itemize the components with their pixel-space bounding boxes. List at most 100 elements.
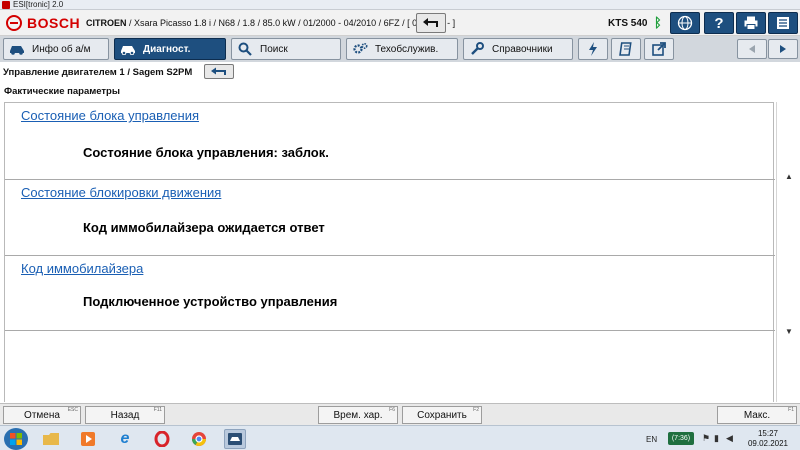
max-key-hint: F1: [788, 407, 794, 413]
esitronic-app-icon: [228, 433, 242, 445]
breadcrumb-back-button[interactable]: [204, 64, 234, 79]
printer-icon: [744, 16, 758, 30]
parameter-link[interactable]: Код иммобилайзера: [21, 261, 143, 276]
taskbar-explorer[interactable]: [40, 429, 62, 449]
windows-taskbar: e EN (7:36) ⚑ ▮ ◀ 15:27 09.02.2021: [0, 425, 800, 450]
scroll-up-icon[interactable]: ▲: [785, 172, 793, 181]
tab-reference[interactable]: Справочники: [463, 38, 573, 60]
print-button[interactable]: [736, 12, 766, 34]
max-button-label: Макс.: [743, 409, 771, 421]
taskbar-internet-explorer[interactable]: e: [114, 429, 136, 449]
clock-date: 09.02.2021: [747, 439, 789, 448]
window-title: ESI[tronic] 2.0: [13, 0, 64, 9]
wrench-icon: [468, 41, 486, 57]
car-diagnostics-icon: [119, 41, 137, 57]
parameter-link[interactable]: Состояние блокировки движения: [21, 185, 221, 200]
taskbar-chrome[interactable]: [188, 429, 210, 449]
list-item: Состояние блока управления Состояние бло…: [5, 103, 775, 180]
chrome-icon: [192, 432, 206, 446]
breadcrumb: Управление двигателем 1 / Sagem S2PM: [0, 62, 800, 80]
parameter-value: Состояние блока управления: заблок.: [83, 145, 329, 160]
tab-maintenance[interactable]: Техобслужив.: [346, 38, 458, 60]
device-name: KTS 540: [608, 18, 648, 29]
language-indicator[interactable]: EN: [646, 435, 657, 444]
parameter-link[interactable]: Состояние блока управления: [21, 108, 199, 123]
menu-button[interactable]: [768, 12, 798, 34]
nav-prev-button[interactable]: [737, 39, 767, 59]
tab-diagnostics[interactable]: Диагност.: [114, 38, 226, 60]
taskbar-opera[interactable]: [151, 429, 173, 449]
cancel-button-label: Отмена: [24, 409, 60, 421]
breadcrumb-text: Управление двигателем 1 / Sagem S2PM: [3, 67, 193, 78]
brand-name: BOSCH: [27, 15, 81, 31]
max-button[interactable]: Макс. F1: [717, 406, 797, 424]
app-icon: [2, 1, 10, 9]
lightning-icon: [589, 42, 597, 56]
app-header: BOSCH CITROEN / Xsara Picasso 1.8 i / N6…: [0, 10, 800, 36]
globe-settings-button[interactable]: [670, 12, 700, 34]
tab-reference-label: Справочники: [492, 43, 553, 55]
book-icon: [619, 42, 632, 56]
vehicle-details: / Xsara Picasso 1.8 i / N68 / 1.8 / 85.0…: [126, 18, 456, 28]
time-chart-key-hint: F6: [389, 407, 395, 413]
opera-icon: [154, 431, 170, 447]
help-button[interactable]: ?: [704, 12, 734, 34]
vehicle-info: CITROEN / Xsara Picasso 1.8 i / N68 / 1.…: [86, 18, 455, 28]
save-button-label: Сохранить: [417, 409, 467, 421]
time-chart-button[interactable]: Врем. хар. F6: [318, 406, 398, 424]
bosch-logo-icon: [6, 15, 22, 31]
volume-icon[interactable]: ◀: [726, 433, 735, 443]
tab-diagnostics-label: Диагност.: [143, 43, 191, 55]
arrow-right-icon: [780, 45, 786, 53]
save-button[interactable]: Сохранить F2: [402, 406, 482, 424]
arrow-left-icon: [749, 45, 755, 53]
tab-search[interactable]: Поиск: [231, 38, 341, 60]
list-item: Код иммобилайзера Подключенное устройств…: [5, 256, 775, 331]
action-bar: Отмена ESC Назад F11 Врем. хар. F6 Сохра…: [0, 403, 800, 425]
vehicle-make: CITROEN: [86, 18, 127, 28]
media-player-icon: [81, 432, 95, 446]
save-key-hint: F2: [473, 407, 479, 413]
bluetooth-icon: ᛒ: [654, 15, 662, 30]
main-tab-bar: Инфо об а/м Диагност. Поиск Техобслужив.…: [0, 36, 800, 62]
external-link-icon: [652, 42, 666, 56]
bosch-logo: BOSCH: [6, 14, 80, 32]
clock-time: 15:27: [757, 429, 779, 438]
network-icon[interactable]: ▮: [714, 433, 723, 443]
tray-flag-icon[interactable]: ⚑: [702, 433, 711, 443]
battery-indicator[interactable]: (7:36): [668, 432, 694, 445]
tab-electrical[interactable]: [578, 38, 608, 60]
taskbar-esitronic[interactable]: [224, 429, 246, 449]
list-item: Состояние блокировки движения Код иммоби…: [5, 180, 775, 256]
tab-vehicle-info[interactable]: Инфо об а/м: [3, 38, 109, 60]
cancel-button[interactable]: Отмена ESC: [3, 406, 81, 424]
tab-external[interactable]: [644, 38, 674, 60]
cancel-key-hint: ESC: [67, 407, 78, 413]
tab-search-label: Поиск: [260, 43, 288, 55]
parameter-value: Подключенное устройство управления: [83, 294, 338, 309]
internet-explorer-icon: e: [120, 430, 130, 447]
nav-next-button[interactable]: [768, 39, 798, 59]
folder-icon: [43, 433, 59, 445]
tab-manual[interactable]: [611, 38, 641, 60]
scroll-down-icon[interactable]: ▼: [785, 327, 793, 336]
tab-vehicle-info-label: Инфо об а/м: [32, 43, 91, 55]
back-key-hint: F11: [153, 407, 162, 413]
document-menu-icon: [777, 17, 789, 29]
taskbar-media-player[interactable]: [77, 429, 99, 449]
start-button[interactable]: [4, 428, 28, 450]
back-button[interactable]: Назад F11: [85, 406, 165, 424]
tab-maintenance-label: Техобслужив.: [375, 43, 439, 55]
back-button-label: Назад: [110, 409, 140, 421]
header-back-button[interactable]: [416, 13, 446, 33]
return-arrow-icon: [423, 18, 438, 27]
time-chart-button-label: Врем. хар.: [333, 409, 383, 421]
system-clock[interactable]: 15:27 09.02.2021: [744, 429, 792, 449]
help-icon: ?: [714, 14, 724, 32]
globe-icon: [677, 15, 693, 31]
vertical-scrollbar[interactable]: ▲ ▼: [776, 102, 800, 402]
window-titlebar: ESI[tronic] 2.0: [0, 0, 800, 10]
search-icon: [236, 41, 254, 57]
parameters-list: Состояние блока управления Состояние бло…: [4, 102, 775, 402]
section-title: Фактические параметры: [4, 86, 120, 97]
